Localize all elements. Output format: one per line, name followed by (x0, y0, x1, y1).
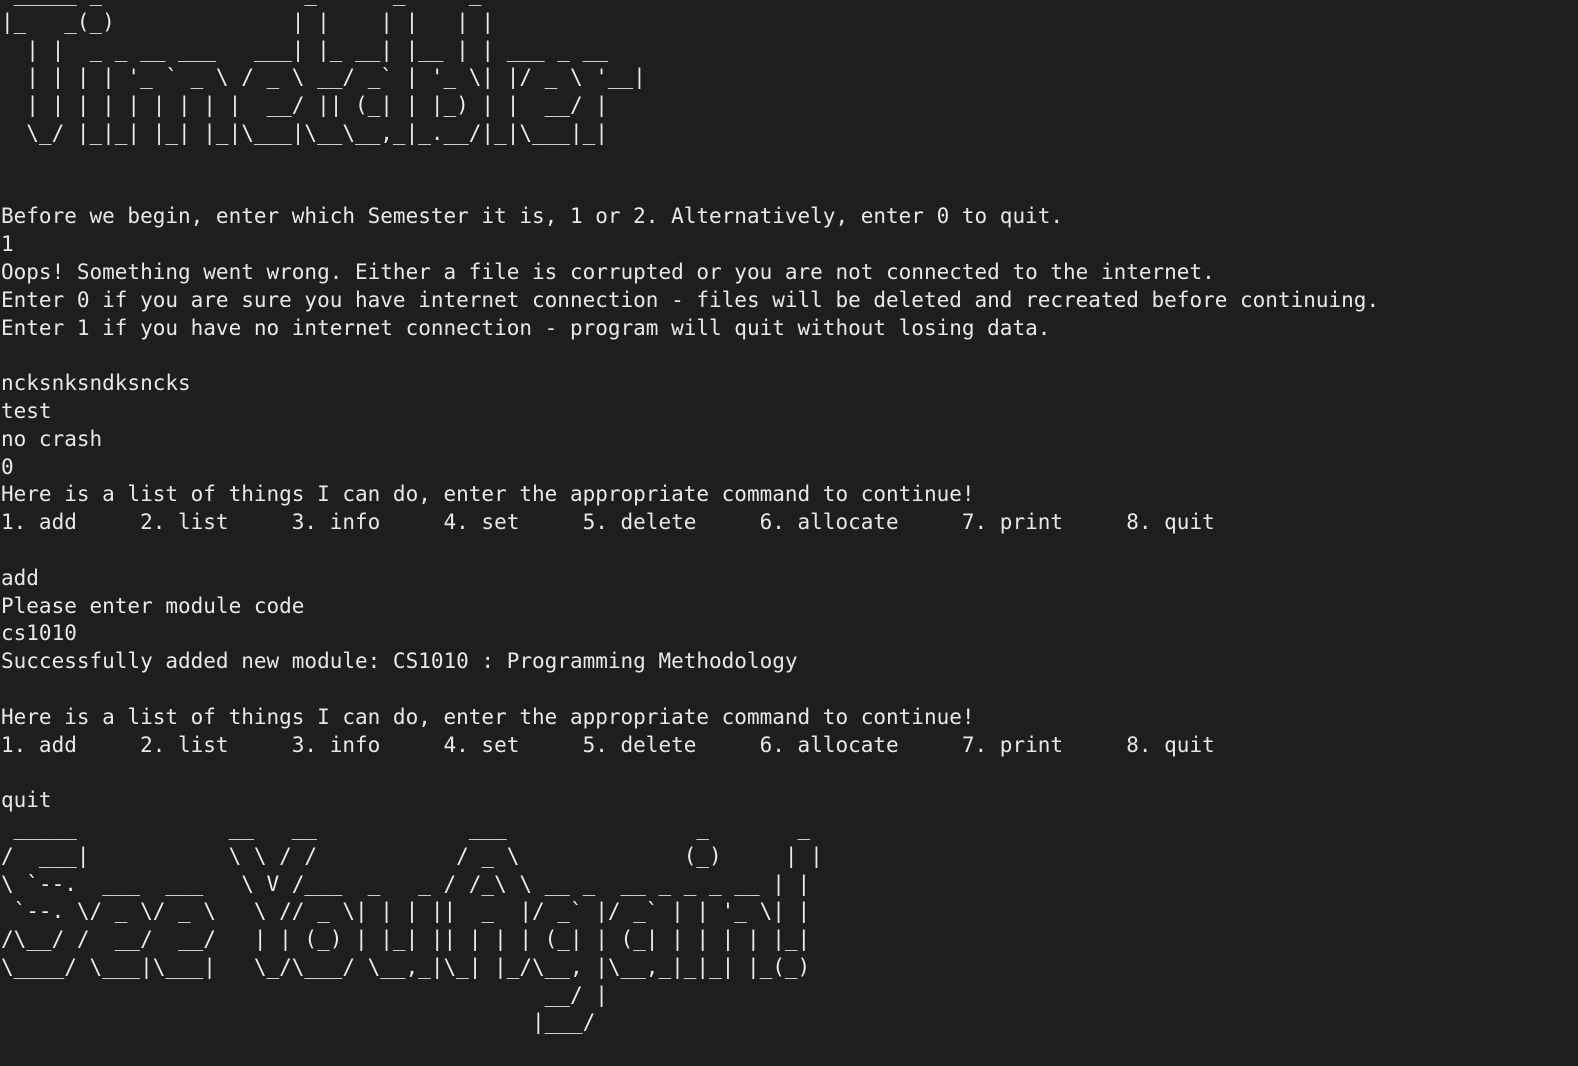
output-line: Here is a list of things I can do, enter… (1, 704, 975, 729)
output-line: Before we begin, enter which Semester it… (1, 204, 1064, 229)
output-line: Enter 1 if you have no internet connecti… (1, 315, 1051, 340)
user-input-line: 0 (1, 454, 14, 479)
command-menu-line: 1. add 2. list 3. info 4. set 5. delete … (1, 510, 1215, 535)
output-line: Enter 0 if you are sure you have interne… (1, 287, 1380, 312)
user-input-line: cs1010 (1, 621, 77, 646)
user-input-line: quit (1, 788, 52, 813)
user-input-line: no crash (1, 426, 103, 451)
output-line: Successfully added new module: CS1010 : … (1, 649, 798, 674)
output-line: Please enter module code (1, 593, 305, 618)
see-you-again-ascii-banner: _____ __ __ ___ _ _ / ___| \ \ / / / _ \… (1, 815, 823, 1035)
user-input-line: test (1, 398, 52, 423)
user-input-line: 1 (1, 232, 14, 257)
output-line: Oops! Something went wrong. Either a fil… (1, 259, 1215, 284)
timetabler-ascii-banner: _____ _ _ _ _ |_ _(_) | | | | | | | | _ … (1, 0, 646, 145)
terminal-output: Before we begin, enter which Semester it… (1, 203, 1578, 815)
terminal-window[interactable]: _____ _ _ _ _ |_ _(_) | | | | | | | | _ … (0, 0, 1578, 1066)
user-input-line: add (1, 565, 39, 590)
command-menu-line: 1. add 2. list 3. info 4. set 5. delete … (1, 732, 1215, 757)
user-input-line: ncksnksndksncks (1, 371, 191, 396)
output-line: Here is a list of things I can do, enter… (1, 482, 975, 507)
